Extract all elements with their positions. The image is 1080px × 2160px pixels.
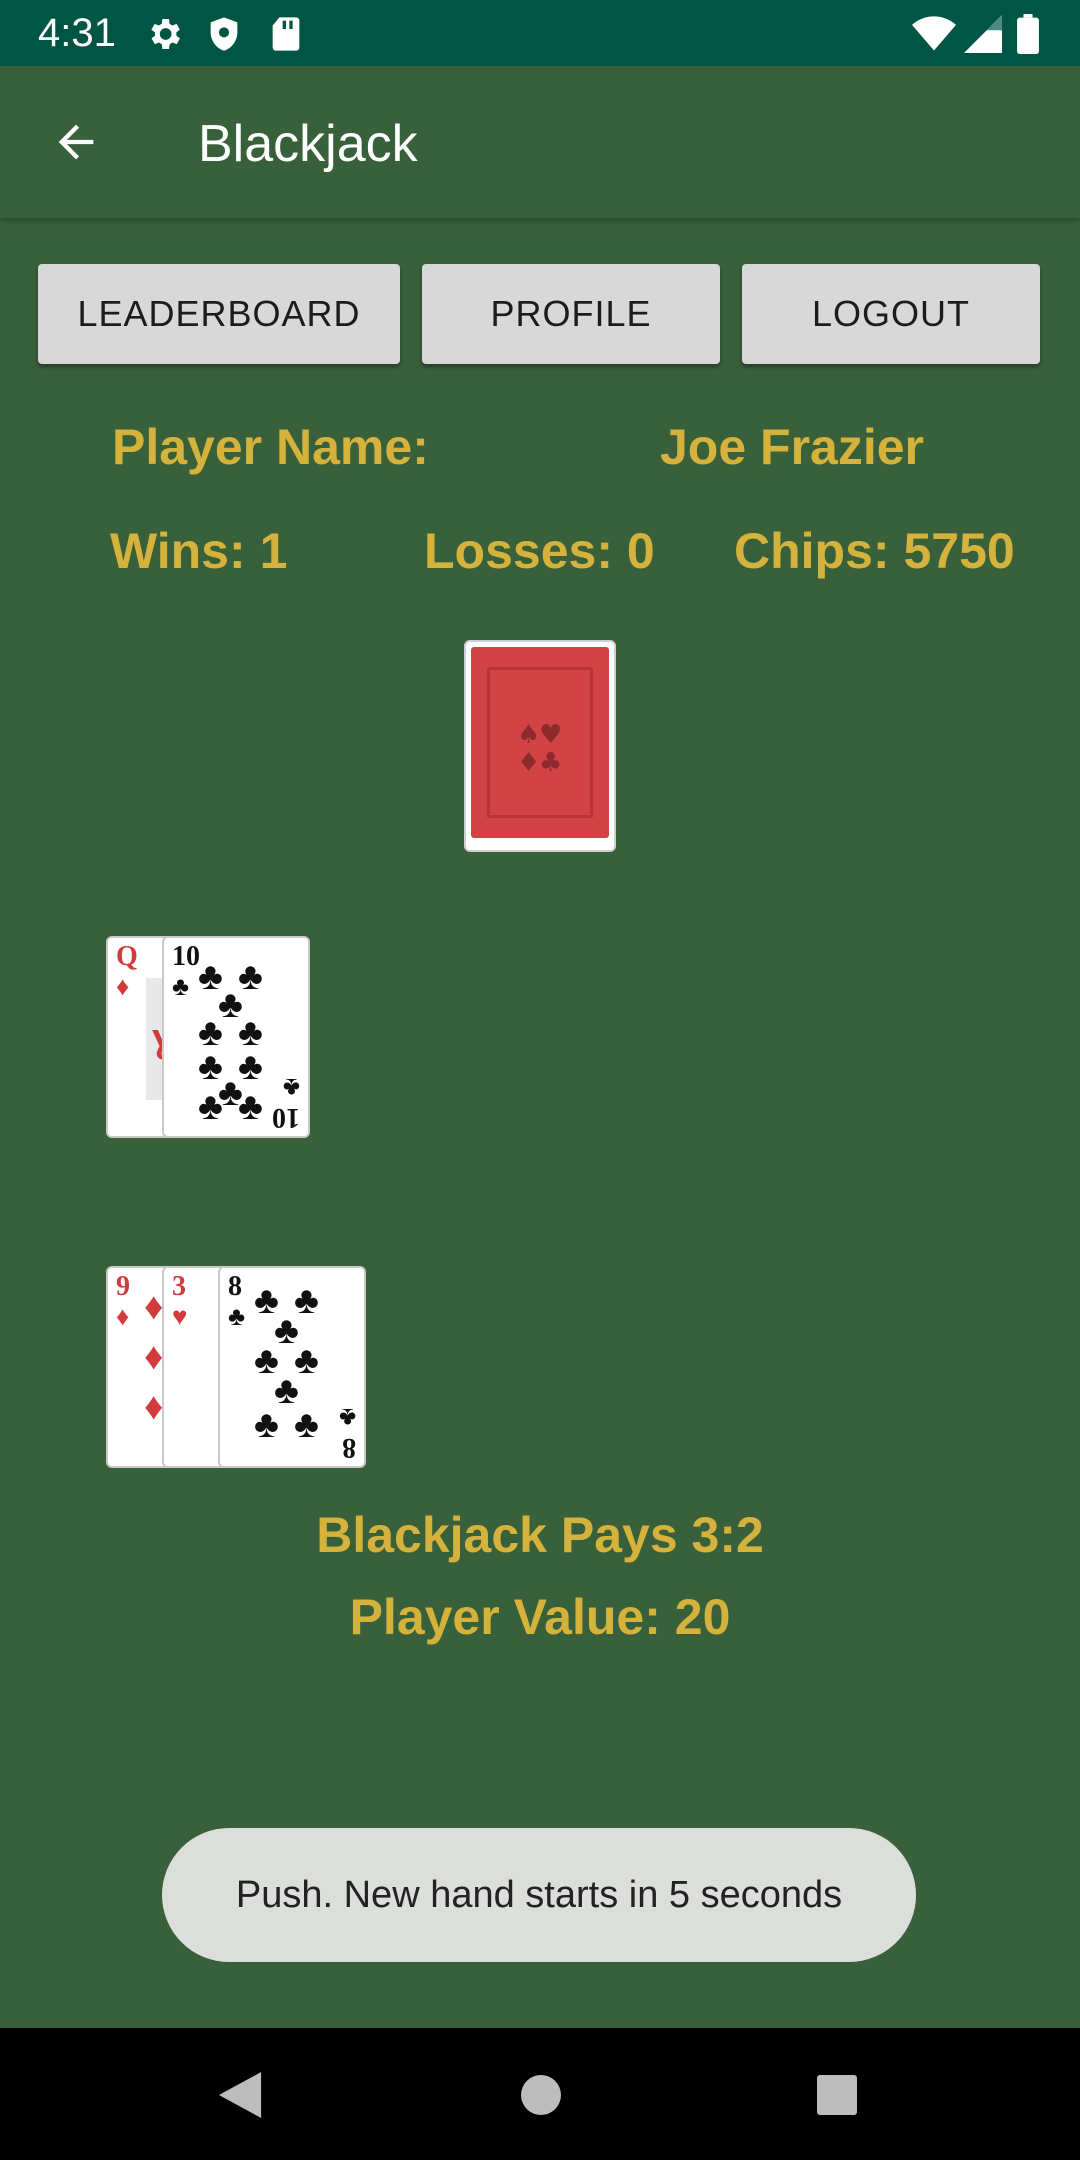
wifi-icon xyxy=(912,16,956,51)
sd-card-icon xyxy=(272,17,300,51)
blackjack-pays-label: Blackjack Pays 3:2 xyxy=(316,1507,764,1563)
losses-stat: Losses: 0 xyxy=(424,522,655,580)
player-value: 20 xyxy=(674,1589,731,1645)
wins-label: Wins: xyxy=(110,523,246,579)
suits-emblem-icon: ♠ ♥ ♦ ♣ xyxy=(517,720,562,777)
player-name-value: Joe Frazier xyxy=(660,419,925,475)
svg-text:♣: ♣ xyxy=(539,748,562,777)
status-bar: 4:31 xyxy=(0,0,1080,66)
settings-icon xyxy=(151,19,180,49)
player-value-stat: Player Value: 20 xyxy=(0,1588,1080,1646)
app-bar: Blackjack xyxy=(0,66,1080,218)
nav-home-icon[interactable] xyxy=(520,2074,562,2116)
nav-recents-icon[interactable] xyxy=(816,2074,858,2116)
svg-text:♠: ♠ xyxy=(517,720,540,750)
logout-button[interactable]: Logout xyxy=(742,264,1040,364)
card-back-pattern: ♠ ♥ ♦ ♣ xyxy=(471,647,609,838)
nav-back-icon[interactable] xyxy=(218,2072,262,2118)
player-name-label: Player Name: xyxy=(112,419,429,475)
svg-text:♦: ♦ xyxy=(517,748,540,777)
toast-message: Push. New hand starts in 5 seconds xyxy=(162,1828,916,1962)
losses-label: Losses: xyxy=(424,523,613,579)
playing-card-ten-clubs: 10 ♣ 10 ♣ ♣ ♣ ♣ ♣ ♣ ♣ ♣ ♣ ♣ ♣ xyxy=(162,936,310,1138)
app-title: Blackjack xyxy=(198,115,418,173)
back-arrow-icon[interactable] xyxy=(50,116,102,168)
chips-label: Chips: xyxy=(734,523,890,579)
chips-value: 5750 xyxy=(903,523,1015,579)
battery-icon xyxy=(1017,14,1039,54)
svg-text:♥: ♥ xyxy=(539,720,562,750)
wins-value: 1 xyxy=(259,523,288,579)
status-time: 4:31 xyxy=(38,11,116,55)
leaderboard-button[interactable]: Leaderboard xyxy=(38,264,400,364)
navigation-bar xyxy=(0,2028,1080,2160)
profile-button[interactable]: Profile xyxy=(422,264,720,364)
playing-card-eight-clubs: 8 ♣ 8 ♣ ♣ ♣ ♣ ♣ ♣ ♣ ♣ ♣ xyxy=(218,1266,366,1468)
shield-icon xyxy=(210,17,238,51)
deck-card-back: ♠ ♥ ♦ ♣ xyxy=(464,640,616,852)
signal-icon xyxy=(964,15,1002,53)
losses-value: 0 xyxy=(626,523,655,579)
wins-stat: Wins: 1 xyxy=(110,522,287,580)
player-value-label: Player Value: xyxy=(349,1589,661,1645)
chips-stat: Chips: 5750 xyxy=(734,522,1015,580)
